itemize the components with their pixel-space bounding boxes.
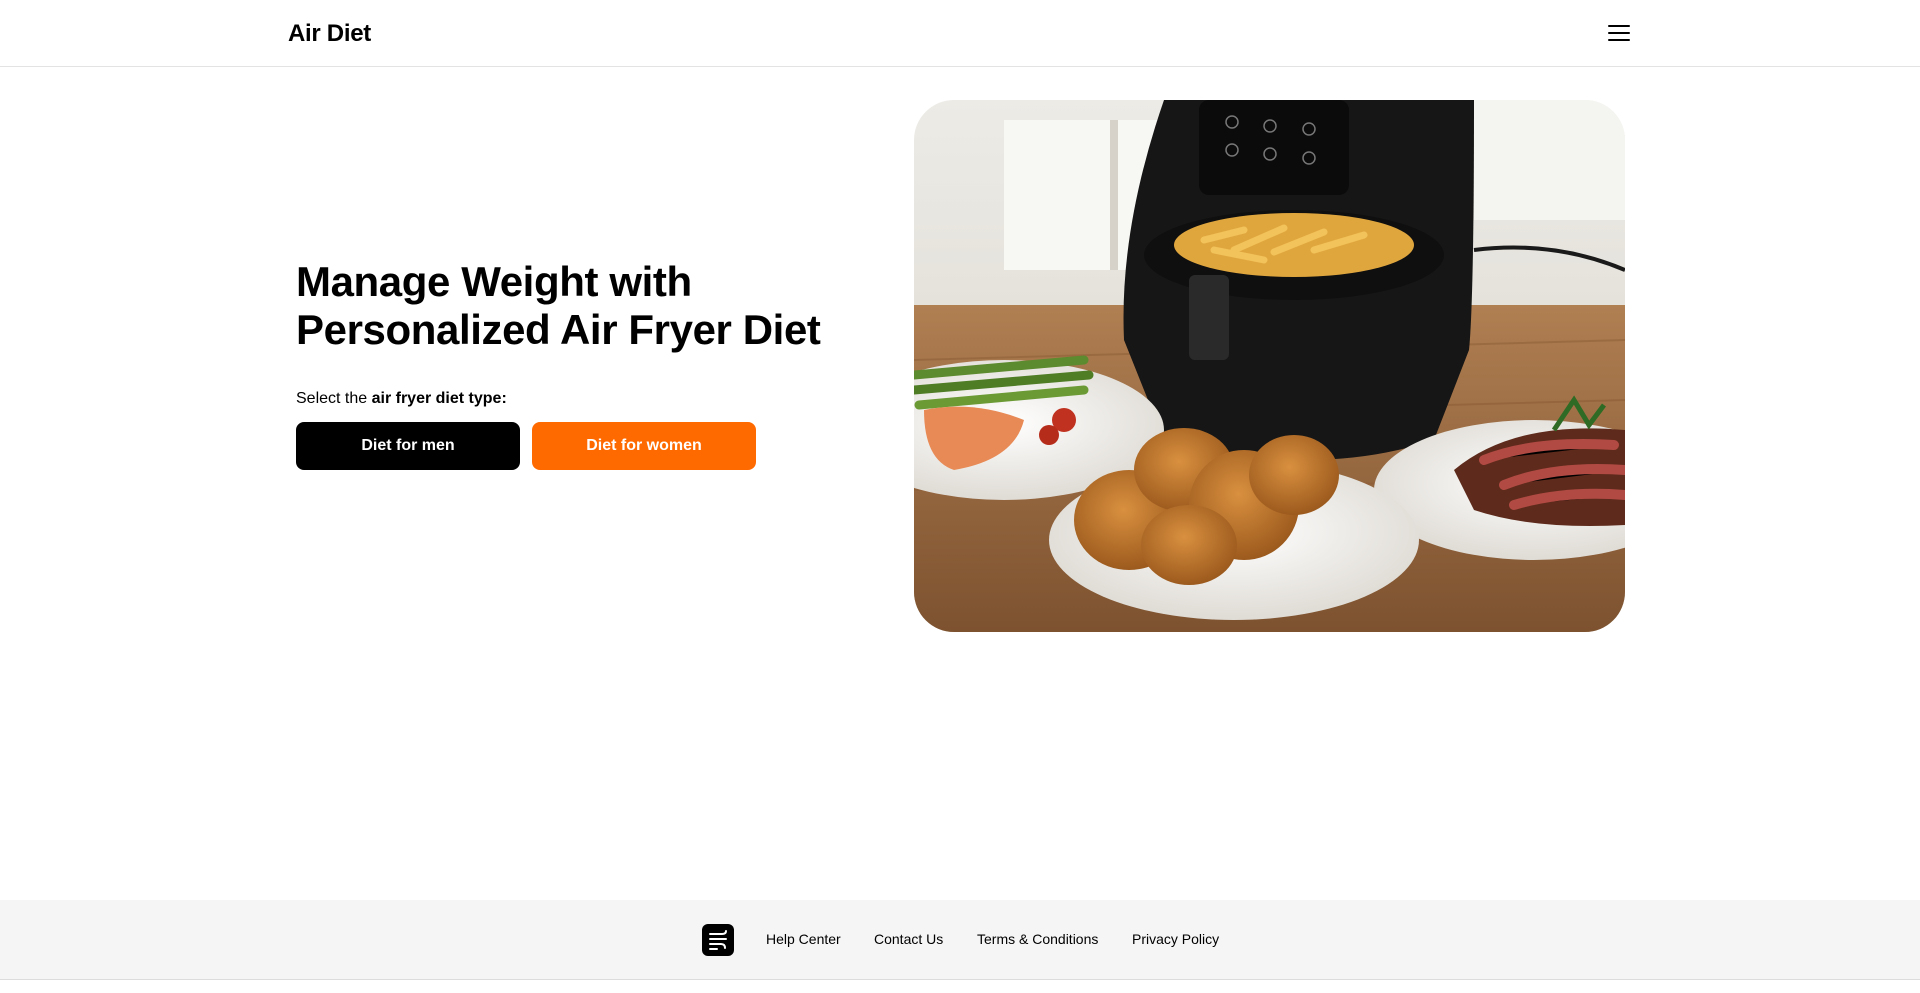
footer-link-contact-us[interactable]: Contact Us <box>874 931 943 947</box>
menu-line <box>1608 32 1630 34</box>
diet-type-prompt: Select the air fryer diet type: <box>296 390 507 408</box>
prompt-text: Select the <box>296 390 372 407</box>
footer-link-help-center[interactable]: Help Center <box>766 931 841 947</box>
diet-for-men-button[interactable]: Diet for men <box>296 422 520 470</box>
menu-line <box>1608 39 1630 41</box>
diet-for-women-button[interactable]: Diet for women <box>532 422 756 470</box>
site-footer: Help Center Contact Us Terms & Condition… <box>0 900 1920 980</box>
menu-line <box>1608 25 1630 27</box>
air-wind-logo-icon[interactable] <box>702 924 734 956</box>
footer-link-terms[interactable]: Terms & Conditions <box>977 931 1098 947</box>
prompt-bold-text: air fryer diet type: <box>371 390 507 407</box>
site-header: Air Diet <box>0 0 1920 67</box>
footer-link-privacy-policy[interactable]: Privacy Policy <box>1132 931 1219 947</box>
hamburger-menu-icon[interactable] <box>1606 20 1632 46</box>
hero-title: Manage Weight with Personalized Air Frye… <box>296 258 821 353</box>
hero-food-image <box>914 100 1625 632</box>
site-logo[interactable]: Air Diet <box>288 20 371 48</box>
